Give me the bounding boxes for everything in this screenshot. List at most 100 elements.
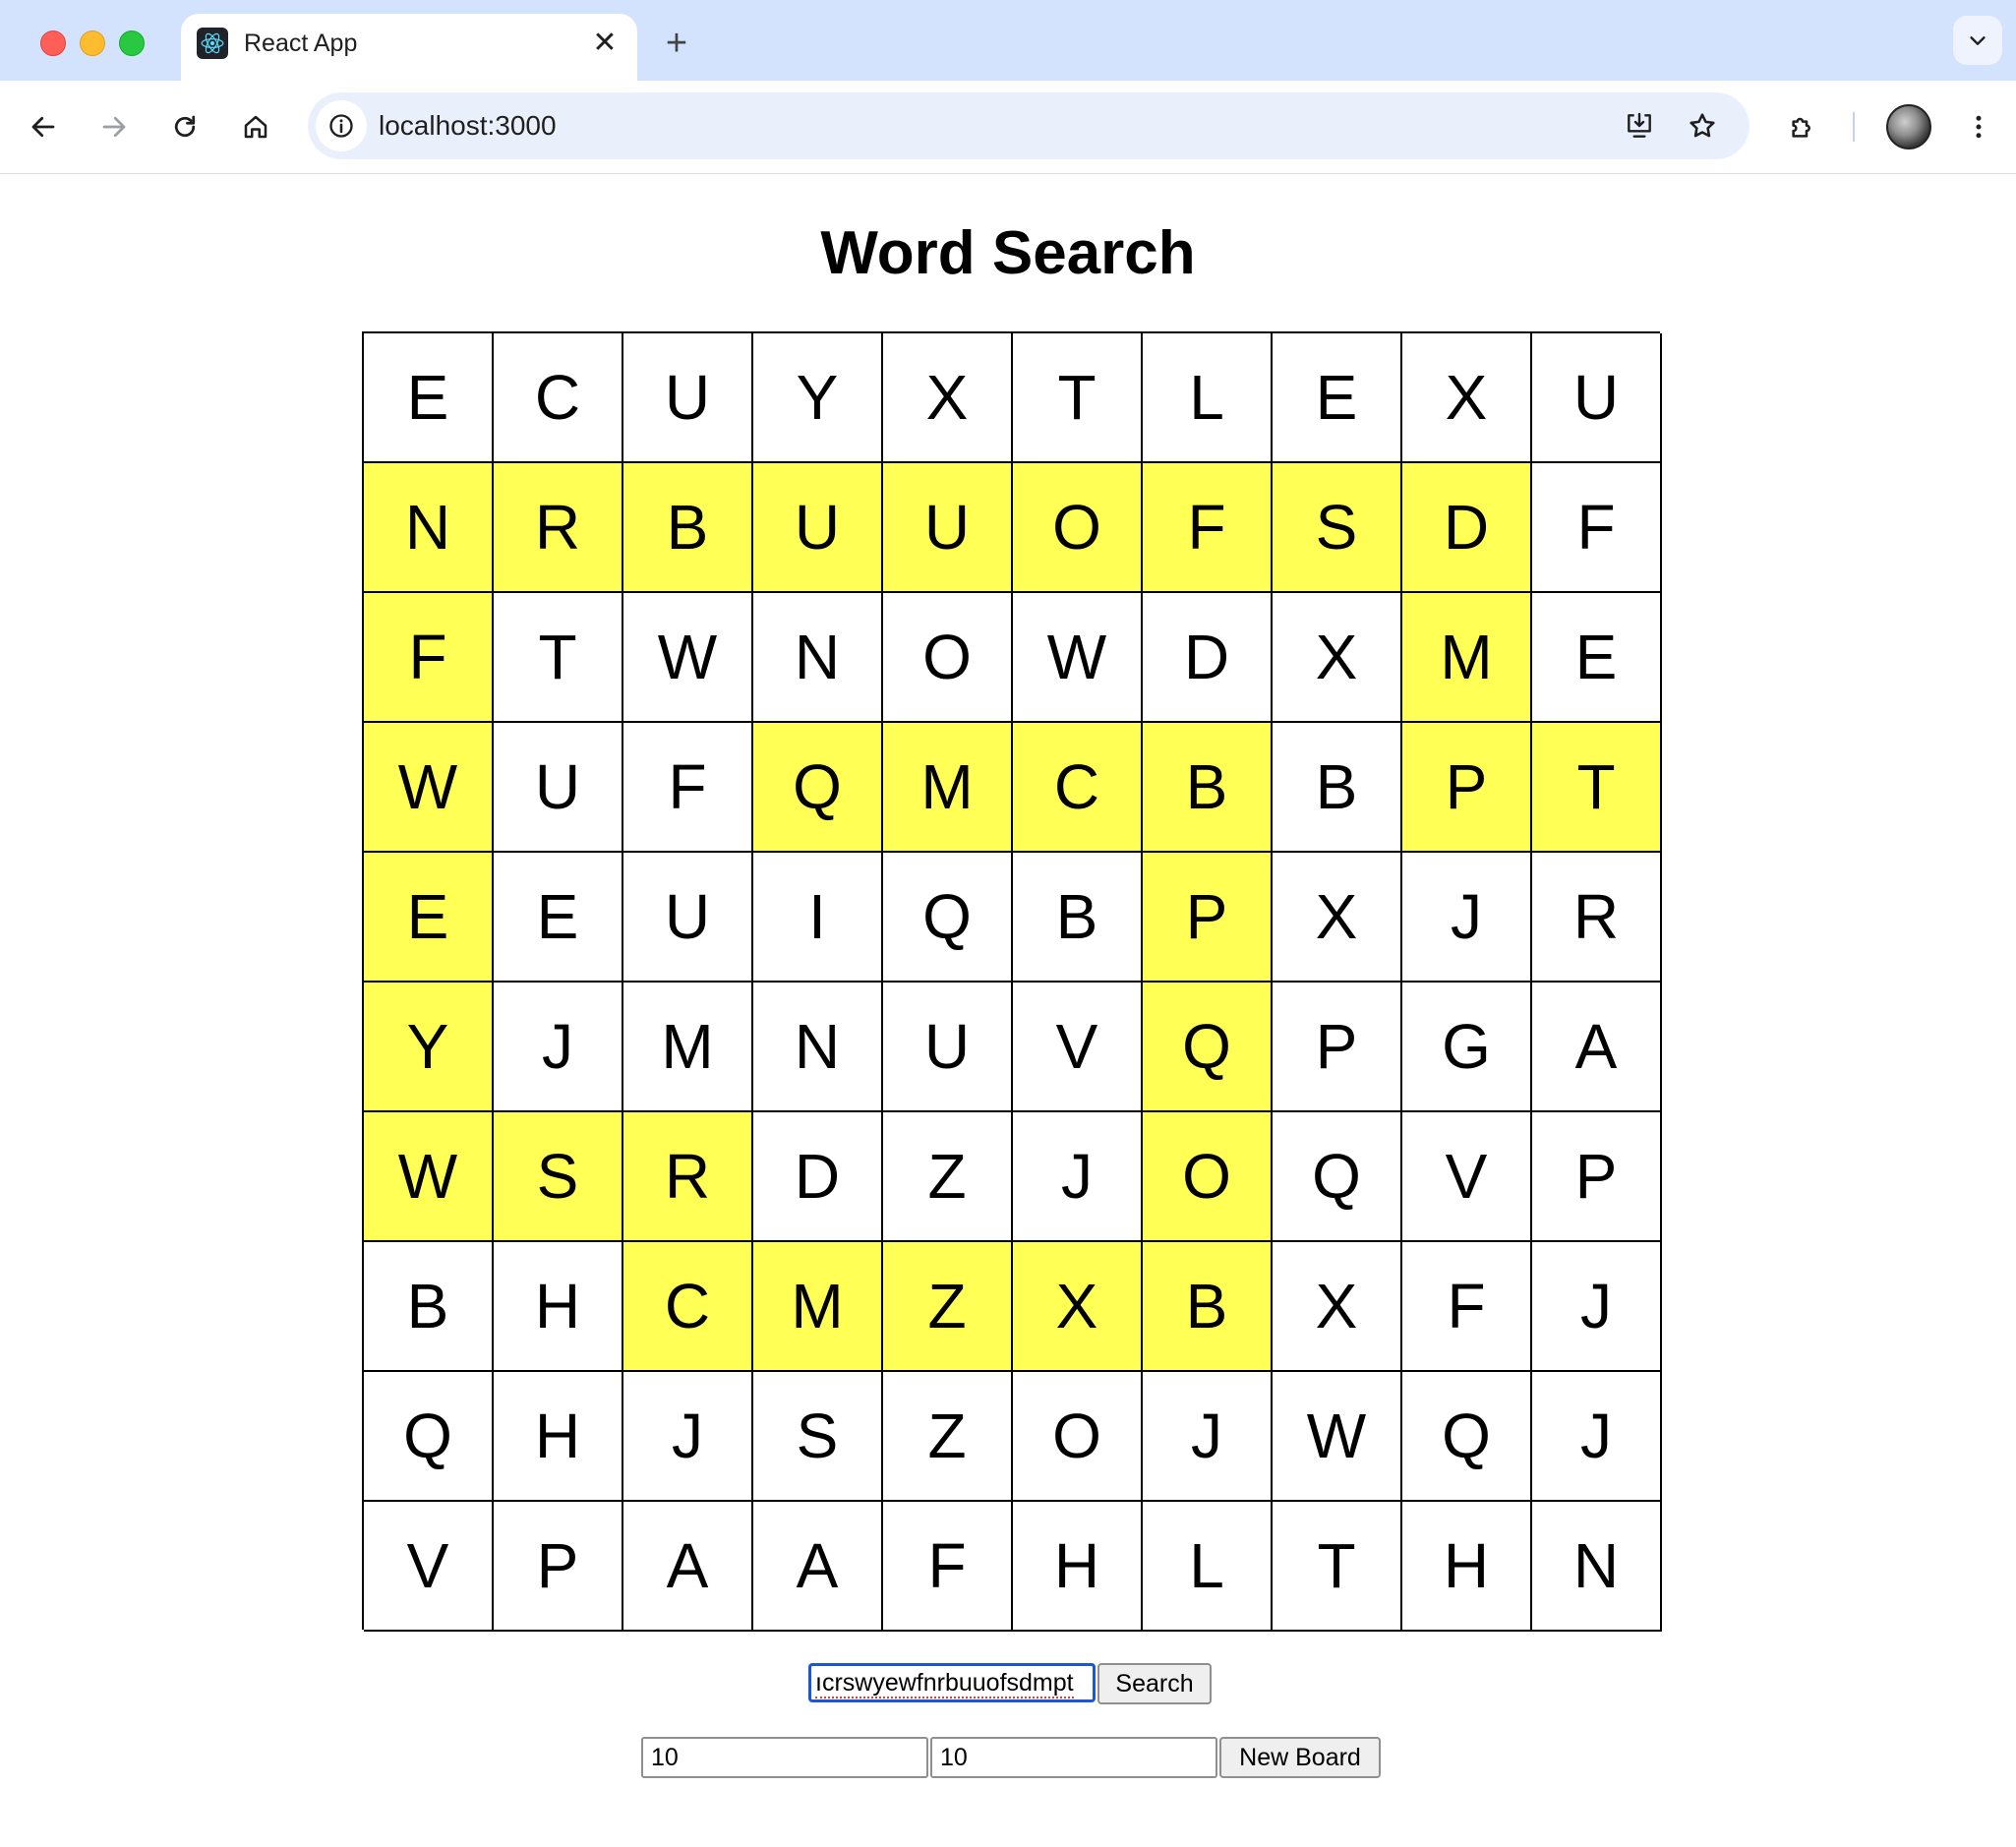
grid-cell[interactable]: U — [753, 463, 883, 593]
url-text[interactable]: localhost:3000 — [379, 110, 557, 142]
grid-cell[interactable]: F — [883, 1502, 1013, 1632]
grid-cell[interactable]: O — [1013, 463, 1143, 593]
grid-cell[interactable]: N — [753, 593, 883, 723]
grid-cell[interactable]: X — [1402, 333, 1532, 463]
grid-cell[interactable]: M — [753, 1242, 883, 1372]
grid-cell[interactable]: H — [494, 1242, 623, 1372]
grid-cell[interactable]: D — [753, 1112, 883, 1242]
grid-cell[interactable]: R — [623, 1112, 753, 1242]
minimize-window-button[interactable] — [80, 30, 105, 56]
close-window-button[interactable] — [40, 30, 66, 56]
grid-cell[interactable]: P — [1143, 853, 1273, 983]
grid-cell[interactable]: U — [1532, 333, 1662, 463]
grid-cell[interactable]: H — [1013, 1502, 1143, 1632]
grid-cell[interactable]: U — [883, 983, 1013, 1112]
grid-cell[interactable]: X — [1273, 593, 1402, 723]
grid-cell[interactable]: Q — [753, 723, 883, 853]
grid-cell[interactable]: I — [753, 853, 883, 983]
grid-cell[interactable]: C — [1013, 723, 1143, 853]
grid-cell[interactable]: V — [364, 1502, 494, 1632]
grid-cell[interactable]: H — [494, 1372, 623, 1502]
grid-cell[interactable]: T — [494, 593, 623, 723]
grid-cell[interactable]: O — [883, 593, 1013, 723]
grid-cell[interactable]: O — [1013, 1372, 1143, 1502]
grid-cell[interactable]: O — [1143, 1112, 1273, 1242]
extensions-button[interactable] — [1778, 102, 1827, 151]
grid-cell[interactable]: L — [1143, 1502, 1273, 1632]
grid-cell[interactable]: T — [1013, 333, 1143, 463]
tab-search-button[interactable] — [1953, 16, 2002, 65]
site-info-button[interactable] — [316, 100, 367, 151]
grid-cell[interactable]: X — [1273, 1242, 1402, 1372]
grid-cell[interactable]: X — [1013, 1242, 1143, 1372]
grid-cell[interactable]: U — [623, 853, 753, 983]
grid-cell[interactable]: U — [494, 723, 623, 853]
grid-cell[interactable]: N — [364, 463, 494, 593]
grid-cell[interactable]: T — [1532, 723, 1662, 853]
grid-cell[interactable]: Y — [753, 333, 883, 463]
browser-tab[interactable]: React App ✕ — [181, 14, 637, 81]
grid-cell[interactable]: P — [1402, 723, 1532, 853]
grid-cell[interactable]: M — [883, 723, 1013, 853]
search-button[interactable]: Search — [1097, 1663, 1212, 1704]
grid-cell[interactable]: H — [1402, 1502, 1532, 1632]
grid-cell[interactable]: Z — [883, 1112, 1013, 1242]
grid-cell[interactable]: M — [623, 983, 753, 1112]
grid-cell[interactable]: X — [1273, 853, 1402, 983]
close-icon[interactable]: ✕ — [588, 26, 622, 59]
grid-cell[interactable]: B — [1273, 723, 1402, 853]
grid-cell[interactable]: N — [1532, 1502, 1662, 1632]
grid-cell[interactable]: J — [1532, 1242, 1662, 1372]
grid-cell[interactable]: J — [1143, 1372, 1273, 1502]
grid-cell[interactable]: P — [1532, 1112, 1662, 1242]
grid-cell[interactable]: V — [1013, 983, 1143, 1112]
grid-cell[interactable]: E — [364, 853, 494, 983]
grid-cell[interactable]: X — [883, 333, 1013, 463]
grid-cell[interactable]: A — [753, 1502, 883, 1632]
grid-cell[interactable]: D — [1402, 463, 1532, 593]
grid-cell[interactable]: S — [494, 1112, 623, 1242]
grid-cell[interactable]: Y — [364, 983, 494, 1112]
grid-cell[interactable]: B — [623, 463, 753, 593]
new-board-button[interactable]: New Board — [1219, 1737, 1381, 1778]
new-tab-button[interactable]: + — [657, 23, 696, 64]
cols-input[interactable]: 10 — [930, 1737, 1217, 1778]
grid-cell[interactable]: W — [1273, 1372, 1402, 1502]
grid-cell[interactable]: Q — [1273, 1112, 1402, 1242]
grid-cell[interactable]: Q — [364, 1372, 494, 1502]
grid-cell[interactable]: E — [1532, 593, 1662, 723]
address-bar[interactable]: localhost:3000 — [308, 92, 1749, 159]
grid-cell[interactable]: B — [1143, 1242, 1273, 1372]
grid-cell[interactable]: N — [753, 983, 883, 1112]
grid-cell[interactable]: J — [623, 1372, 753, 1502]
grid-cell[interactable]: S — [753, 1372, 883, 1502]
grid-cell[interactable]: B — [1013, 853, 1143, 983]
grid-cell[interactable]: Z — [883, 1242, 1013, 1372]
grid-cell[interactable]: R — [1532, 853, 1662, 983]
grid-cell[interactable]: E — [1273, 333, 1402, 463]
grid-cell[interactable]: W — [364, 723, 494, 853]
grid-cell[interactable]: F — [1143, 463, 1273, 593]
grid-cell[interactable]: Q — [1402, 1372, 1532, 1502]
grid-cell[interactable]: B — [1143, 723, 1273, 853]
grid-cell[interactable]: F — [364, 593, 494, 723]
bookmark-button[interactable] — [1679, 102, 1726, 149]
grid-cell[interactable]: L — [1143, 333, 1273, 463]
grid-cell[interactable]: M — [1402, 593, 1532, 723]
back-button[interactable] — [19, 102, 68, 151]
grid-cell[interactable]: V — [1402, 1112, 1532, 1242]
word-input[interactable]: ıcrswyewfnrbuuofsdmpt — [808, 1663, 1096, 1702]
grid-cell[interactable]: W — [623, 593, 753, 723]
grid-cell[interactable]: G — [1402, 983, 1532, 1112]
home-button[interactable] — [231, 102, 280, 151]
grid-cell[interactable]: W — [364, 1112, 494, 1242]
grid-cell[interactable]: U — [623, 333, 753, 463]
grid-cell[interactable]: F — [1532, 463, 1662, 593]
grid-cell[interactable]: A — [1532, 983, 1662, 1112]
grid-cell[interactable]: J — [1532, 1372, 1662, 1502]
rows-input[interactable]: 10 — [641, 1737, 928, 1778]
grid-cell[interactable]: S — [1273, 463, 1402, 593]
grid-cell[interactable]: Q — [1143, 983, 1273, 1112]
forward-button[interactable] — [89, 102, 139, 151]
grid-cell[interactable]: F — [1402, 1242, 1532, 1372]
